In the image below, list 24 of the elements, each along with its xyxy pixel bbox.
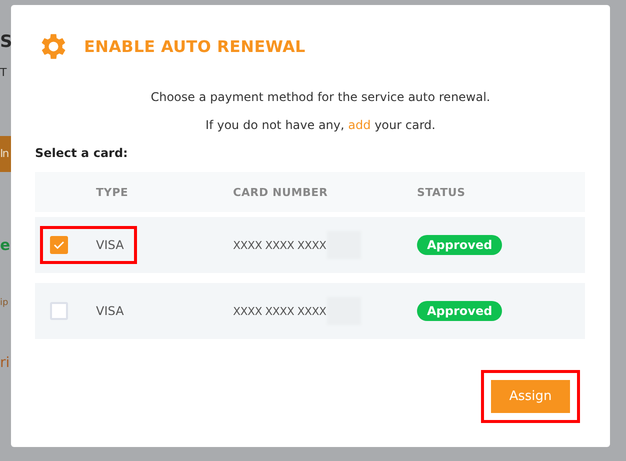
column-header: CARD NUMBER [233, 186, 329, 198]
status-badge: Approved [417, 301, 502, 321]
table-cell: XXXX XXXX XXXX [233, 304, 326, 318]
select-label: Select a card: [35, 146, 129, 160]
hint-text: If you do not have any, add your card. [204, 118, 436, 132]
check-icon [53, 240, 65, 250]
checkbox[interactable] [50, 302, 68, 320]
dialog-title: ENABLE AUTO RENEWAL [84, 37, 306, 56]
page-text: ip [0, 297, 10, 310]
table-cell: VISA [96, 304, 124, 318]
page-button[interactable]: In [0, 136, 11, 172]
assign-button[interactable]: Assign [491, 380, 570, 413]
instruction-text: Choose a payment method for the service auto renewal. [150, 90, 492, 104]
page-text: e [0, 238, 11, 252]
column-header: TYPE [96, 186, 130, 198]
checkbox[interactable] [50, 236, 68, 254]
table-cell: XXXX XXXX XXXX [233, 238, 326, 252]
status-badge: Approved [417, 235, 502, 255]
table-cell-text: VISA [96, 238, 125, 252]
add-link[interactable]: add [348, 118, 371, 132]
column-header: STATUS [417, 186, 466, 198]
page-text: T [0, 66, 8, 80]
page-text: ri [0, 356, 11, 370]
page-text: S [0, 32, 11, 52]
